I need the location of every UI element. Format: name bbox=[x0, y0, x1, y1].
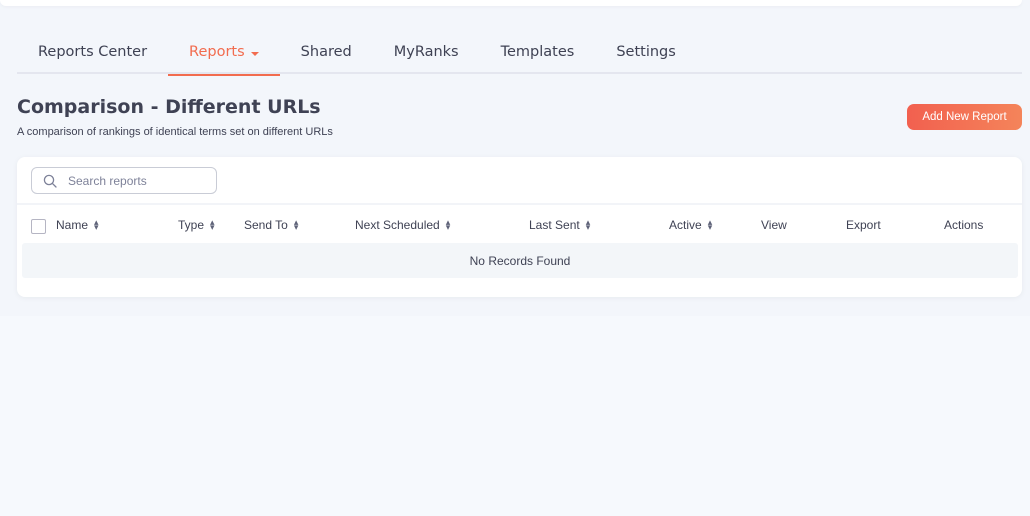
tab-reports[interactable]: Reports bbox=[168, 34, 280, 76]
page-title: Comparison - Different URLs bbox=[17, 96, 321, 118]
sort-icon: ▴ ▾ bbox=[445, 217, 451, 232]
sort-icon: ▴ ▾ bbox=[293, 217, 299, 232]
sort-icon: ▴ ▾ bbox=[707, 217, 713, 232]
column-header-next-scheduled[interactable]: Next Scheduled ▴ ▾ bbox=[355, 217, 451, 233]
sort-icon: ▴ ▾ bbox=[210, 217, 215, 232]
column-header-label: Actions bbox=[944, 218, 984, 232]
column-header-label: Type bbox=[178, 218, 205, 232]
column-header-label: Active bbox=[669, 218, 702, 232]
column-header-send-to[interactable]: Send To ▴ ▾ bbox=[244, 217, 299, 233]
column-header-last-sent[interactable]: Last Sent ▴ ▾ bbox=[529, 217, 591, 233]
column-header-label: Next Scheduled bbox=[355, 218, 440, 232]
tab-label: Shared bbox=[300, 44, 352, 60]
column-header-active[interactable]: Active ▴ ▾ bbox=[669, 217, 713, 233]
tab-label: Templates bbox=[500, 44, 575, 60]
column-header-actions: Actions bbox=[944, 218, 983, 232]
column-header-type[interactable]: Type ▴ ▾ bbox=[178, 217, 215, 233]
add-new-report-button[interactable]: Add New Report bbox=[907, 104, 1022, 130]
search-box bbox=[31, 167, 217, 194]
tab-label: MyRanks bbox=[393, 44, 459, 60]
sort-icon: ▴ ▾ bbox=[94, 217, 99, 232]
tab-bar: Reports Center Reports Shared MyRanks Te… bbox=[17, 34, 1022, 76]
reports-table-card: Name ▴▾ Type ▴▾ Send To ▴▾ Next Schedule… bbox=[17, 157, 1022, 297]
tab-label: Reports bbox=[189, 44, 245, 60]
column-header-label: View bbox=[761, 218, 787, 232]
column-header-view: View bbox=[761, 218, 787, 232]
column-header-label: Name bbox=[56, 218, 89, 232]
page-subtitle: A comparison of rankings of identical te… bbox=[17, 126, 333, 138]
tab-label: Settings bbox=[616, 44, 676, 60]
column-header-name[interactable]: Name ▴ ▾ bbox=[56, 217, 99, 233]
caret-down-icon bbox=[250, 52, 259, 56]
tab-shared[interactable]: Shared bbox=[280, 34, 373, 74]
column-header-label: Export bbox=[846, 218, 881, 232]
search-icon bbox=[43, 174, 57, 188]
table-header: Name ▴ ▾ Type ▴ ▾ Send To ▴ ▾ Next Schedule… bbox=[17, 216, 1022, 236]
divider bbox=[17, 203, 1022, 205]
empty-state-message: No Records Found bbox=[469, 253, 571, 268]
top-card bbox=[0, 0, 1022, 6]
column-header-label: Send To bbox=[244, 218, 288, 232]
tab-templates[interactable]: Templates bbox=[480, 34, 596, 74]
tab-settings[interactable]: Settings bbox=[595, 34, 696, 74]
tab-label: Reports Center bbox=[38, 44, 148, 60]
search-input[interactable] bbox=[68, 173, 208, 188]
tab-myranks[interactable]: MyRanks bbox=[373, 34, 480, 74]
tab-reports-center[interactable]: Reports Center bbox=[17, 34, 168, 74]
select-all-checkbox[interactable] bbox=[31, 219, 46, 234]
column-header-label: Last Sent bbox=[529, 218, 580, 232]
column-header-export: Export bbox=[846, 218, 881, 232]
empty-state-row: No Records Found bbox=[22, 243, 1018, 278]
sort-icon: ▴ ▾ bbox=[585, 217, 591, 232]
